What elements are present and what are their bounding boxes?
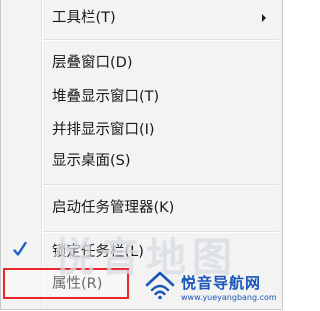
menu-item-task-manager[interactable]: 启动任务管理器(K) — [1, 193, 282, 223]
menu-item-label: 启动任务管理器(K) — [52, 200, 175, 216]
menu-item-label: 锁定任务栏(L) — [52, 244, 144, 260]
properties-highlight-box — [3, 268, 129, 299]
menu-item-label: 显示桌面(S) — [52, 153, 131, 169]
menu-separator — [43, 231, 279, 233]
menu-item-side-by-side-windows[interactable]: 并排显示窗口(I) — [1, 115, 282, 145]
taskbar-context-menu: 工具栏(T) 层叠窗口(D) 堆叠显示窗口(T) 并排显示窗口(I) 显示桌面(… — [0, 0, 283, 310]
menu-separator — [43, 184, 279, 186]
screenshot: 工具栏(T) 层叠窗口(D) 堆叠显示窗口(T) 并排显示窗口(I) 显示桌面(… — [0, 0, 283, 311]
menu-item-label: 并排显示窗口(I) — [52, 122, 155, 138]
menu-item-show-desktop[interactable]: 显示桌面(S) — [1, 146, 282, 176]
submenu-arrow-icon — [262, 14, 266, 22]
menu-item-toolbars[interactable]: 工具栏(T) — [1, 3, 282, 33]
menu-item-label: 工具栏(T) — [52, 10, 116, 26]
menu-separator — [43, 39, 279, 41]
menu-item-label: 层叠窗口(D) — [52, 55, 133, 71]
menu-item-stack-windows[interactable]: 堆叠显示窗口(T) — [1, 82, 282, 112]
menu-item-lock-taskbar[interactable]: 锁定任务栏(L) — [1, 237, 282, 267]
menu-item-label: 堆叠显示窗口(T) — [52, 89, 160, 105]
menu-item-cascade-windows[interactable]: 层叠窗口(D) — [1, 48, 282, 78]
checkmark-icon — [13, 241, 27, 256]
